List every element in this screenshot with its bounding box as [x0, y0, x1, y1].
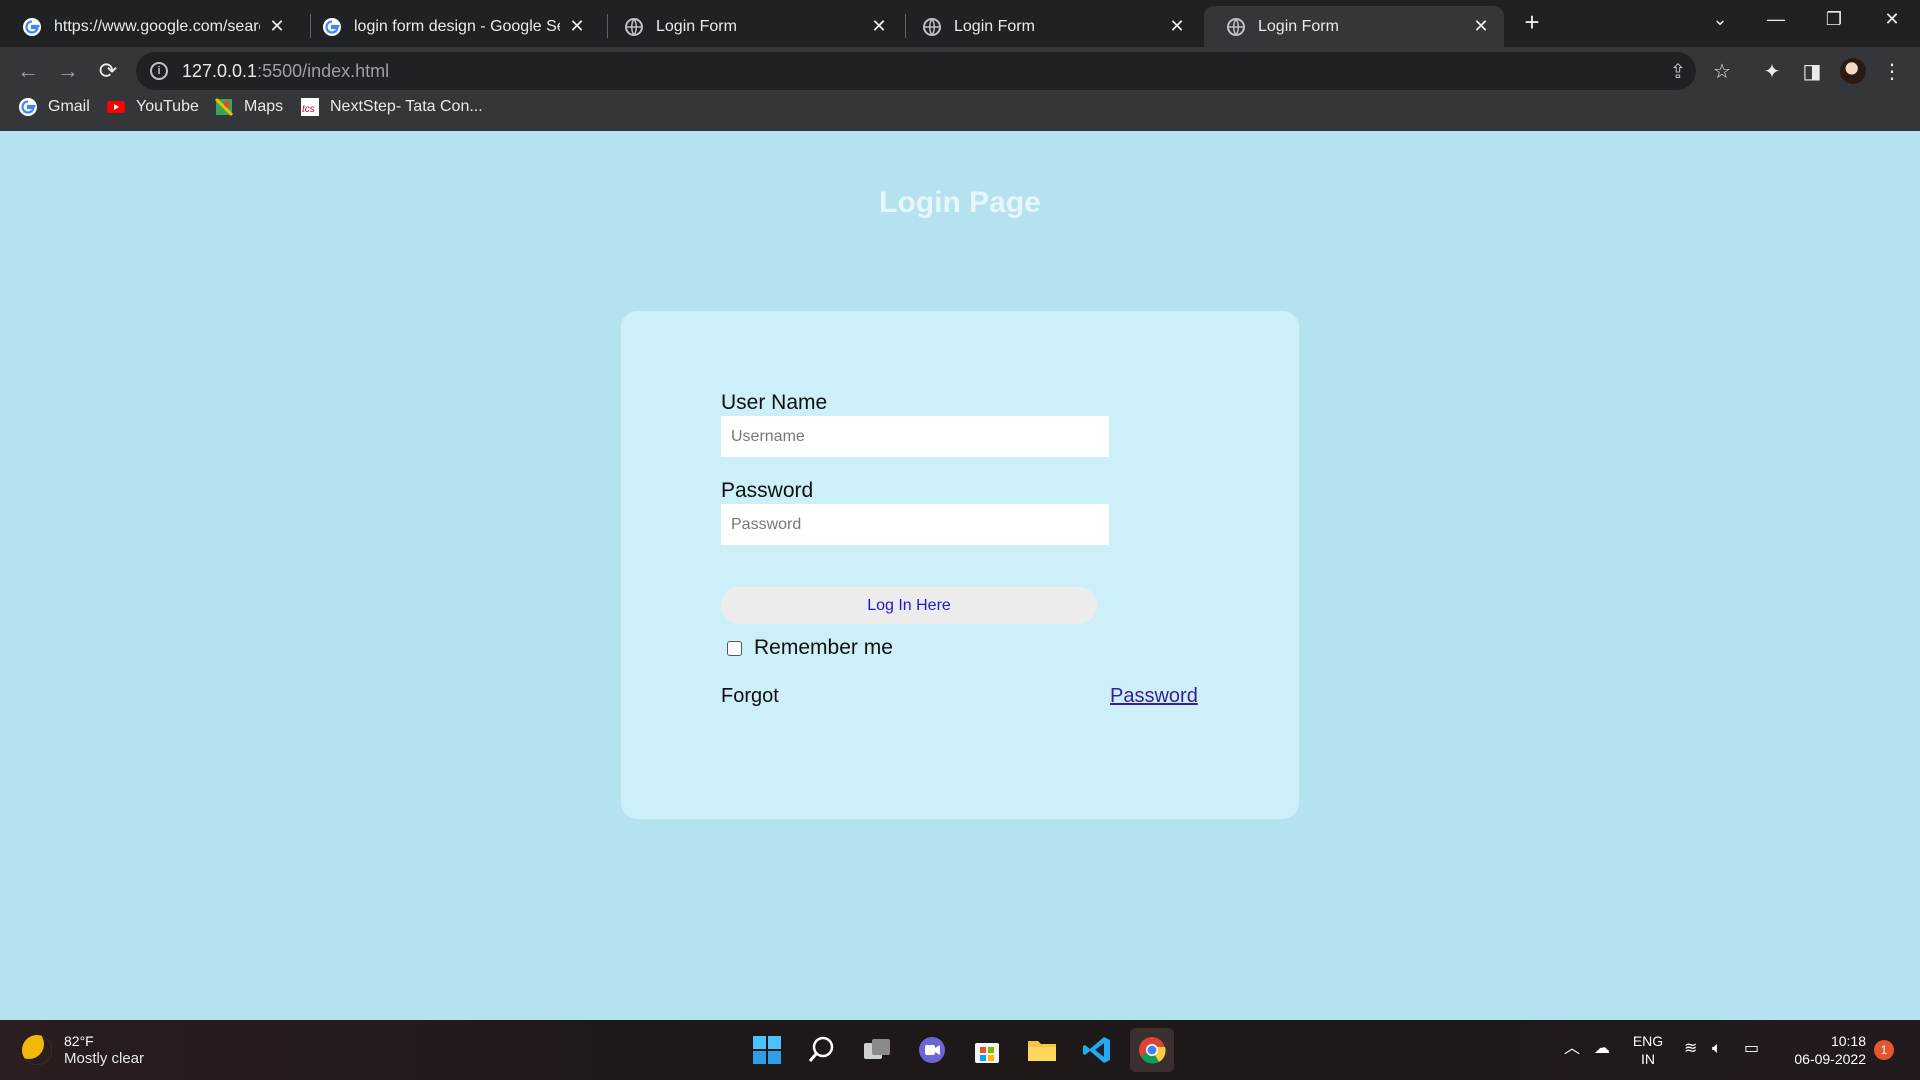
- password-label: Password: [721, 479, 814, 502]
- tab-title: login form design - Google Searc: [354, 17, 560, 35]
- google-g-icon: [323, 17, 341, 36]
- google-g-icon: [23, 17, 41, 36]
- date: 06-09-2022: [1794, 1051, 1866, 1067]
- search-button[interactable]: [800, 1028, 844, 1072]
- login-card: User Name Password Log In Here Remember …: [621, 311, 1299, 819]
- forgot-text: Forgot: [721, 685, 779, 707]
- bookmark-label: Gmail: [48, 98, 90, 115]
- username-label: User Name: [721, 391, 828, 414]
- globe-icon: [1227, 17, 1245, 36]
- bookmark-maps[interactable]: Maps: [214, 94, 283, 120]
- file-explorer-button[interactable]: [1020, 1028, 1064, 1072]
- chat-icon: [919, 1037, 945, 1063]
- tab-login-form[interactable]: Login Form ✕: [900, 6, 1200, 47]
- extensions-icon[interactable]: ✦: [1756, 55, 1788, 87]
- remember-label: Remember me: [754, 636, 893, 659]
- bookmark-label: NextStep- Tata Con...: [330, 98, 483, 115]
- weather-desc: Mostly clear: [64, 1050, 145, 1067]
- region: IN: [1641, 1051, 1655, 1067]
- moon-icon: [22, 1035, 52, 1065]
- tray-chevron-icon[interactable]: ︿: [1564, 1040, 1580, 1058]
- vscode-icon: [1083, 1037, 1110, 1063]
- task-view-button[interactable]: [855, 1028, 899, 1072]
- tab-login-form-design[interactable]: login form design - Google Searc ✕: [300, 6, 600, 47]
- close-icon[interactable]: ✕: [268, 16, 286, 37]
- remember-me: Remember me: [727, 636, 893, 660]
- reload-button[interactable]: ⟳: [90, 53, 126, 89]
- bookmark-nextstep[interactable]: tcs NextStep- Tata Con...: [300, 94, 483, 120]
- restore-button[interactable]: ❐: [1806, 0, 1862, 38]
- weather-widget[interactable]: 82°F Mostly clear: [22, 1032, 144, 1068]
- teams-chat-button[interactable]: [910, 1028, 954, 1072]
- youtube-icon: [107, 101, 125, 113]
- new-tab-button[interactable]: +: [1518, 8, 1546, 36]
- bookmark-label: Maps: [244, 98, 284, 115]
- login-button[interactable]: Log In Here: [721, 587, 1097, 624]
- clock[interactable]: 10:18 06-09-2022: [1780, 1032, 1866, 1068]
- chrome-icon: [1139, 1037, 1166, 1064]
- page-content: Login Page User Name Password Log In Her…: [0, 131, 1920, 1020]
- back-button[interactable]: ←: [10, 53, 46, 89]
- task-view-icon: [864, 1039, 890, 1059]
- onedrive-icon[interactable]: ☁: [1594, 1040, 1610, 1058]
- folder-icon: [1028, 1041, 1056, 1061]
- password-input[interactable]: [721, 504, 1109, 545]
- url-host: 127.0.0.1: [182, 60, 258, 81]
- tab-google-search[interactable]: https://www.google.com/search? ✕: [0, 6, 300, 47]
- google-g-icon: [19, 98, 37, 116]
- bookmark-label: YouTube: [136, 98, 199, 115]
- side-panel-icon[interactable]: ◨: [1796, 55, 1828, 87]
- tab-title: https://www.google.com/search?: [54, 17, 260, 35]
- forward-button[interactable]: →: [50, 53, 86, 89]
- url-path: :5500/index.html: [257, 60, 390, 81]
- close-window-button[interactable]: ✕: [1864, 0, 1920, 38]
- bookmark-gmail[interactable]: Gmail: [18, 94, 90, 120]
- language: ENG: [1632, 1033, 1664, 1049]
- taskbar: 82°F Mostly clear ︿ ☁ ENG IN ≋ 🔈︎ ▭ 10:1…: [0, 1020, 1920, 1080]
- forgot-password-link[interactable]: Password: [1110, 685, 1198, 708]
- globe-icon: [923, 17, 941, 36]
- profile-avatar[interactable]: [1840, 58, 1866, 84]
- close-icon[interactable]: ✕: [1168, 16, 1186, 37]
- close-icon[interactable]: ✕: [1472, 16, 1490, 37]
- vscode-button[interactable]: [1075, 1028, 1119, 1072]
- close-icon[interactable]: ✕: [568, 16, 586, 37]
- search-icon: [808, 1036, 834, 1062]
- username-input[interactable]: [721, 416, 1109, 457]
- tab-login-form-active[interactable]: Login Form ✕: [1204, 6, 1504, 47]
- tab-title: Login Form: [1258, 17, 1339, 35]
- tab-login-form[interactable]: Login Form ✕: [602, 6, 902, 47]
- bookmark-youtube[interactable]: YouTube: [106, 94, 199, 120]
- menu-icon[interactable]: ⋮: [1876, 55, 1908, 87]
- share-icon[interactable]: ⇪: [1666, 59, 1690, 83]
- maps-icon: [214, 97, 234, 117]
- svg-text:tcs: tcs: [302, 104, 315, 115]
- browser-toolbar: ← → ⟳ i 127.0.0.1:5500/index.html ⇪ ☆ ✦ …: [0, 47, 1920, 131]
- address-bar[interactable]: i 127.0.0.1:5500/index.html ⇪: [136, 52, 1696, 90]
- tab-search-icon[interactable]: ⌄: [1692, 0, 1748, 38]
- bookmark-star-icon[interactable]: ☆: [1706, 55, 1738, 87]
- weather-temp: 82°F: [64, 1033, 94, 1049]
- windows-icon: [753, 1036, 781, 1064]
- tab-title: Login Form: [954, 17, 1035, 35]
- start-button[interactable]: [745, 1028, 789, 1072]
- close-icon[interactable]: ✕: [870, 16, 888, 37]
- chrome-button[interactable]: [1130, 1028, 1174, 1072]
- notification-badge[interactable]: 1: [1874, 1040, 1894, 1060]
- tab-strip: https://www.google.com/search? ✕ login f…: [0, 0, 1920, 47]
- site-info-icon[interactable]: i: [150, 62, 168, 80]
- minimize-button[interactable]: —: [1748, 0, 1804, 38]
- tab-title: Login Form: [656, 17, 737, 35]
- store-icon: [975, 1043, 999, 1063]
- store-button[interactable]: [965, 1028, 1009, 1072]
- battery-icon[interactable]: ▭: [1744, 1040, 1759, 1058]
- volume-icon[interactable]: 🔈︎: [1712, 1040, 1722, 1058]
- remember-checkbox[interactable]: [727, 640, 742, 656]
- time: 10:18: [1830, 1033, 1866, 1049]
- wifi-icon[interactable]: ≋: [1684, 1040, 1697, 1058]
- page-title: Login Page: [879, 186, 1041, 219]
- globe-icon: [625, 17, 643, 36]
- tcs-icon: tcs: [301, 98, 319, 116]
- language-indicator[interactable]: ENG IN: [1630, 1032, 1666, 1068]
